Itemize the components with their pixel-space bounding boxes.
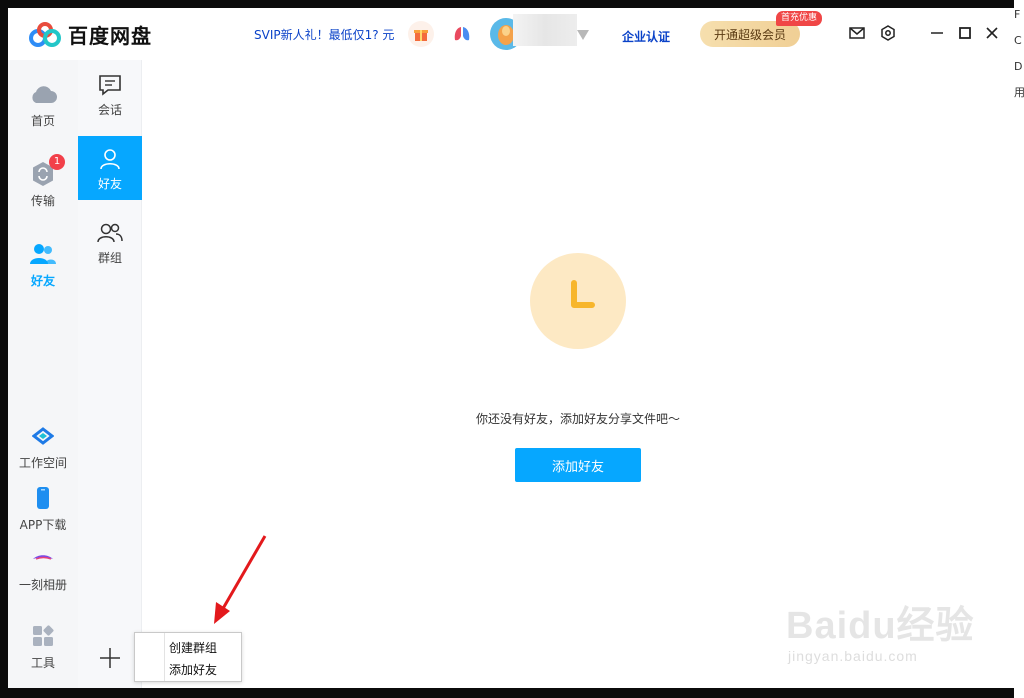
- add-context-menu: 创建群组 添加好友: [134, 632, 242, 682]
- settings-gear-icon[interactable]: [879, 24, 897, 42]
- sidebar-item-workspace[interactable]: 工作空间: [8, 422, 78, 471]
- menu-gutter: [135, 633, 165, 681]
- cloud-icon: [29, 80, 57, 108]
- sidebar-item-album[interactable]: 一刻相册: [8, 544, 78, 593]
- gift-icon[interactable]: [408, 21, 434, 47]
- empty-state-message: 你还没有好友，添加好友分享文件吧～: [475, 412, 680, 426]
- baidu-cloud-logo-icon: [28, 21, 62, 49]
- sidebar-item-transfer[interactable]: 1 传输: [8, 154, 78, 209]
- sidebar-item-friends[interactable]: 好友: [8, 240, 78, 289]
- group-icon: [97, 220, 123, 246]
- edge-text: D: [1014, 60, 1023, 73]
- app-logo: 百度网盘: [28, 20, 152, 49]
- person-icon: [97, 146, 123, 172]
- sidebar-item-label: 首页: [30, 114, 55, 128]
- menu-item-create-group[interactable]: 创建群组: [169, 639, 217, 656]
- vip-level-badge-icon: [576, 26, 590, 40]
- empty-clock-illustration-icon: [530, 253, 626, 349]
- background-window-edge: F C D 用: [1014, 0, 1024, 698]
- sidebar-item-label: 工作空间: [18, 456, 67, 470]
- sidebar-item-label: 工具: [30, 656, 55, 670]
- baidu-netdisk-window: 百度网盘 SVIP新人礼！最低仅1? 元 企业认证 开通超级会员 首充优惠 首页…: [8, 8, 1014, 688]
- sidebar-item-app-download[interactable]: APP下载: [8, 484, 78, 533]
- enterprise-verify-link[interactable]: 企业认证: [622, 28, 670, 45]
- add-friend-button[interactable]: 添加好友: [515, 448, 641, 482]
- sidebar-item-tools[interactable]: 工具: [8, 622, 78, 671]
- first-recharge-tag: 首充优惠: [776, 11, 823, 26]
- menu-item-add-friend[interactable]: 添加好友: [169, 661, 217, 678]
- edge-text: 用: [1014, 86, 1024, 99]
- sidebar-item-home[interactable]: 首页: [8, 80, 78, 129]
- album-icon: [29, 544, 57, 572]
- main-sidebar: 首页 1 传输 好友 工作空间 APP下载 一刻相册 工具: [8, 60, 78, 688]
- mail-icon[interactable]: [848, 24, 866, 42]
- sidebar-item-label: 好友: [30, 274, 55, 288]
- health-lungs-icon[interactable]: [449, 21, 475, 47]
- tab-friends[interactable]: 好友: [78, 136, 142, 200]
- add-friend-button-label: 添加好友: [551, 459, 604, 475]
- friends-icon: [29, 240, 57, 268]
- maximize-icon[interactable]: [956, 24, 974, 42]
- tab-conversations[interactable]: 会话: [78, 62, 142, 126]
- username-redacted[interactable]: [513, 14, 577, 46]
- screenshot-frame: F C D 用 百度网盘 SVIP新人礼！最低仅1? 元 企业认证 开通超级会员…: [0, 0, 1024, 698]
- close-icon[interactable]: [983, 24, 1001, 42]
- title-bar: 百度网盘 SVIP新人礼！最低仅1? 元 企业认证 开通超级会员 首充优惠: [8, 8, 1014, 60]
- sidebar-item-label: APP下载: [19, 518, 67, 532]
- tab-label: 群组: [97, 251, 122, 265]
- chat-icon: [97, 72, 123, 98]
- tab-groups[interactable]: 群组: [78, 210, 142, 274]
- transfer-count-badge: 1: [49, 154, 65, 170]
- workspace-icon: [29, 422, 57, 450]
- add-plus-icon[interactable]: [98, 646, 122, 670]
- minimize-icon[interactable]: [928, 24, 946, 42]
- app-title: 百度网盘: [68, 24, 152, 48]
- edge-text: F: [1014, 8, 1021, 21]
- transfer-icon: 1: [29, 154, 65, 188]
- sidebar-item-label: 一刻相册: [18, 578, 67, 592]
- open-svip-button-label: 开通超级会员: [713, 27, 786, 42]
- tools-icon: [29, 622, 57, 650]
- tab-label: 好友: [97, 177, 122, 191]
- svip-promo-link[interactable]: SVIP新人礼！最低仅1? 元: [254, 26, 394, 43]
- friends-subnav: 会话 好友 群组: [78, 60, 142, 688]
- sidebar-item-label: 传输: [30, 194, 55, 208]
- tab-label: 会话: [97, 103, 122, 117]
- phone-icon: [29, 484, 57, 512]
- friends-empty-state: 你还没有好友，添加好友分享文件吧～ 添加好友: [142, 60, 1014, 688]
- edge-text: C: [1014, 34, 1022, 47]
